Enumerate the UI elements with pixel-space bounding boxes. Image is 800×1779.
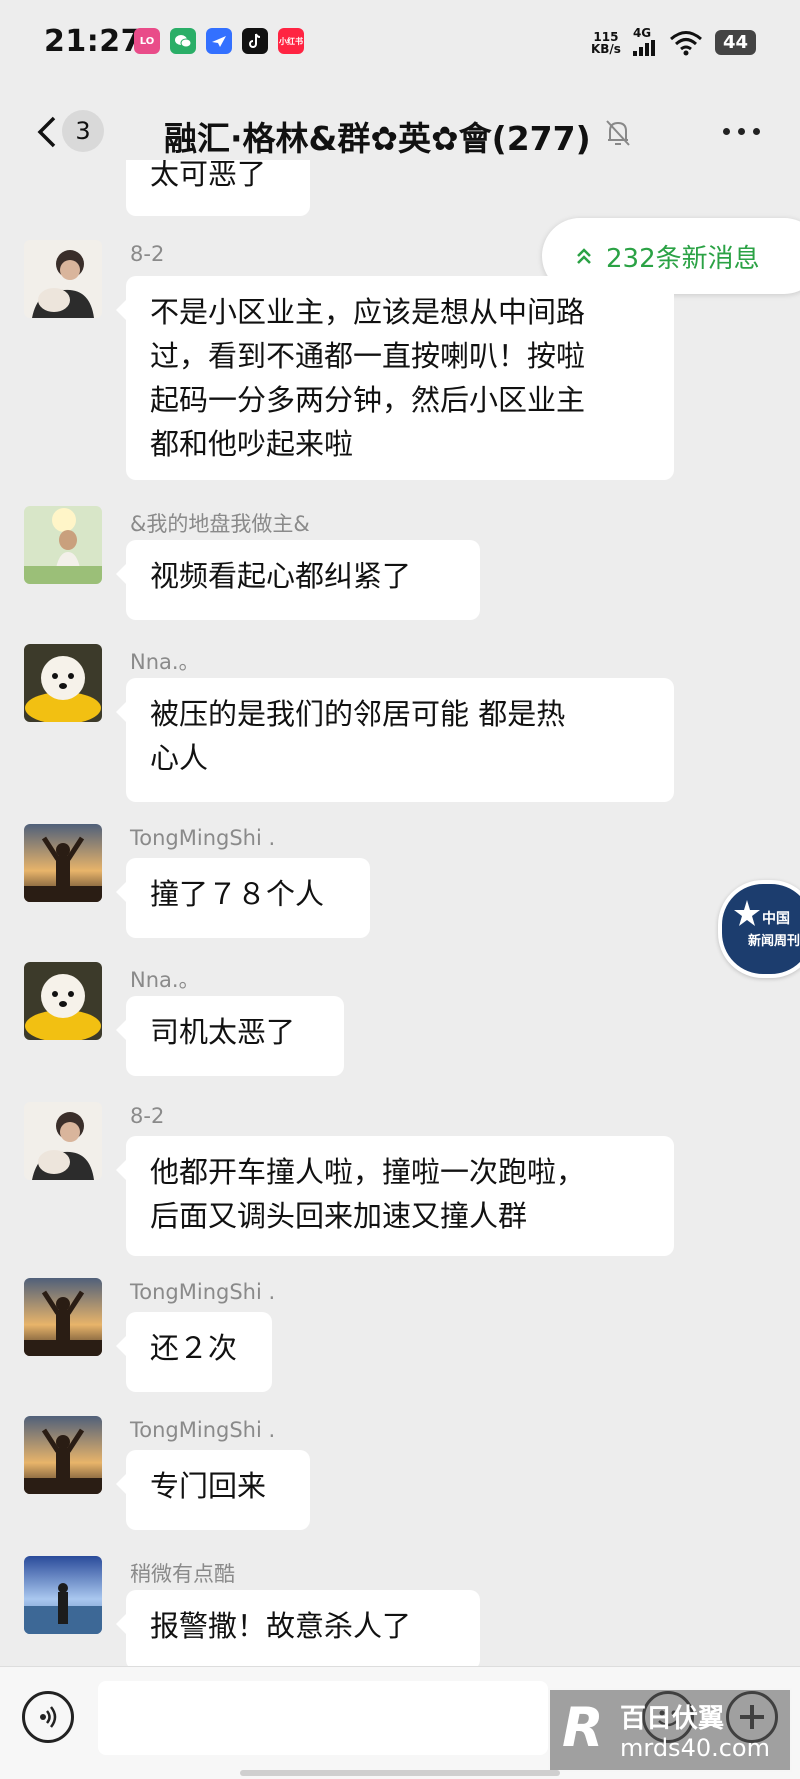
message-bubble[interactable]: 不是小区业主，应该是想从中间路 过，看到不通都一直按喇叭！按啦 起码一分多两分钟…	[116, 276, 674, 480]
message-input[interactable]	[98, 1681, 548, 1755]
message-bubble[interactable]: 报警撒！故意杀人了	[116, 1590, 480, 1670]
watermark: R 百日伏翼 mrds40.com	[548, 1688, 792, 1772]
sender-name: Nna.。	[130, 968, 200, 992]
chat-title: 融汇·格林&群✿英✿會(277)	[164, 119, 591, 158]
status-bar: 21:27 LO 小红书 115 KB/s 4G 44	[0, 0, 800, 88]
sender-name: TongMingShi .	[130, 826, 276, 850]
message-bubble[interactable]: 被压的是我们的邻居可能 都是热 心人	[116, 678, 674, 802]
message-bubble[interactable]: 视频看起心都纠紧了	[116, 540, 480, 620]
chat-header: 3 融汇·格林&群✿英✿會(277)	[0, 88, 800, 178]
voice-input-icon[interactable]	[22, 1691, 74, 1743]
message-bubble[interactable]: 他都开车撞人啦，撞啦一次跑啦， 后面又调头回来加速又撞人群	[116, 1136, 674, 1256]
sender-name: 稍微有点酷	[130, 1562, 235, 1586]
partial-message: 太可恶了	[126, 160, 310, 216]
net-speed: 115 KB/s	[590, 29, 621, 56]
avatar[interactable]	[24, 1102, 102, 1180]
avatar[interactable]	[24, 1556, 102, 1634]
news-weekly-badge: 中国 新闻周刊	[718, 880, 800, 978]
message-bubble[interactable]: 撞了７８个人	[116, 858, 370, 938]
sender-name: 8-2	[130, 1104, 165, 1128]
avatar[interactable]	[24, 240, 102, 318]
xiaohongshu-icon: 小红书	[278, 28, 304, 54]
message-bubble[interactable]: 还２次	[116, 1312, 272, 1392]
lofter-icon: LO	[134, 28, 160, 54]
double-chevron-up-icon	[577, 248, 591, 264]
clock: 21:27	[44, 24, 142, 59]
star-icon	[734, 900, 760, 926]
watermark-logo-icon: R	[562, 1696, 604, 1759]
sender-name: &我的地盘我做主&	[130, 512, 310, 536]
avatar[interactable]	[24, 1278, 102, 1356]
wechat-icon	[170, 28, 196, 54]
feishu-icon	[206, 28, 232, 54]
sender-name: TongMingShi .	[130, 1280, 276, 1304]
avatar[interactable]	[24, 824, 102, 902]
avatar[interactable]	[24, 1416, 102, 1494]
sender-name: Nna.。	[130, 650, 200, 674]
sender-name: TongMingShi .	[130, 1418, 276, 1442]
notification-icons: LO 小红书	[134, 28, 304, 54]
cellular-signal-icon: 4G	[632, 26, 657, 59]
message-bubble[interactable]: 专门回来	[116, 1450, 310, 1530]
mute-bell-icon	[606, 120, 630, 146]
unread-count-badge[interactable]: 3	[62, 110, 104, 152]
new-messages-label: 232条新消息	[606, 243, 760, 274]
home-indicator	[240, 1770, 560, 1776]
avatar[interactable]	[24, 644, 102, 722]
wifi-icon	[669, 30, 702, 55]
avatar[interactable]	[24, 506, 102, 584]
battery-indicator: 44	[714, 30, 756, 55]
sender-name: 8-2	[130, 242, 165, 266]
system-indicators: 115 KB/s 4G 44	[591, 26, 756, 59]
message-bubble[interactable]: 司机太恶了	[116, 996, 344, 1076]
more-options-icon[interactable]	[723, 128, 760, 135]
avatar[interactable]	[24, 962, 102, 1040]
tiktok-icon	[242, 28, 268, 54]
